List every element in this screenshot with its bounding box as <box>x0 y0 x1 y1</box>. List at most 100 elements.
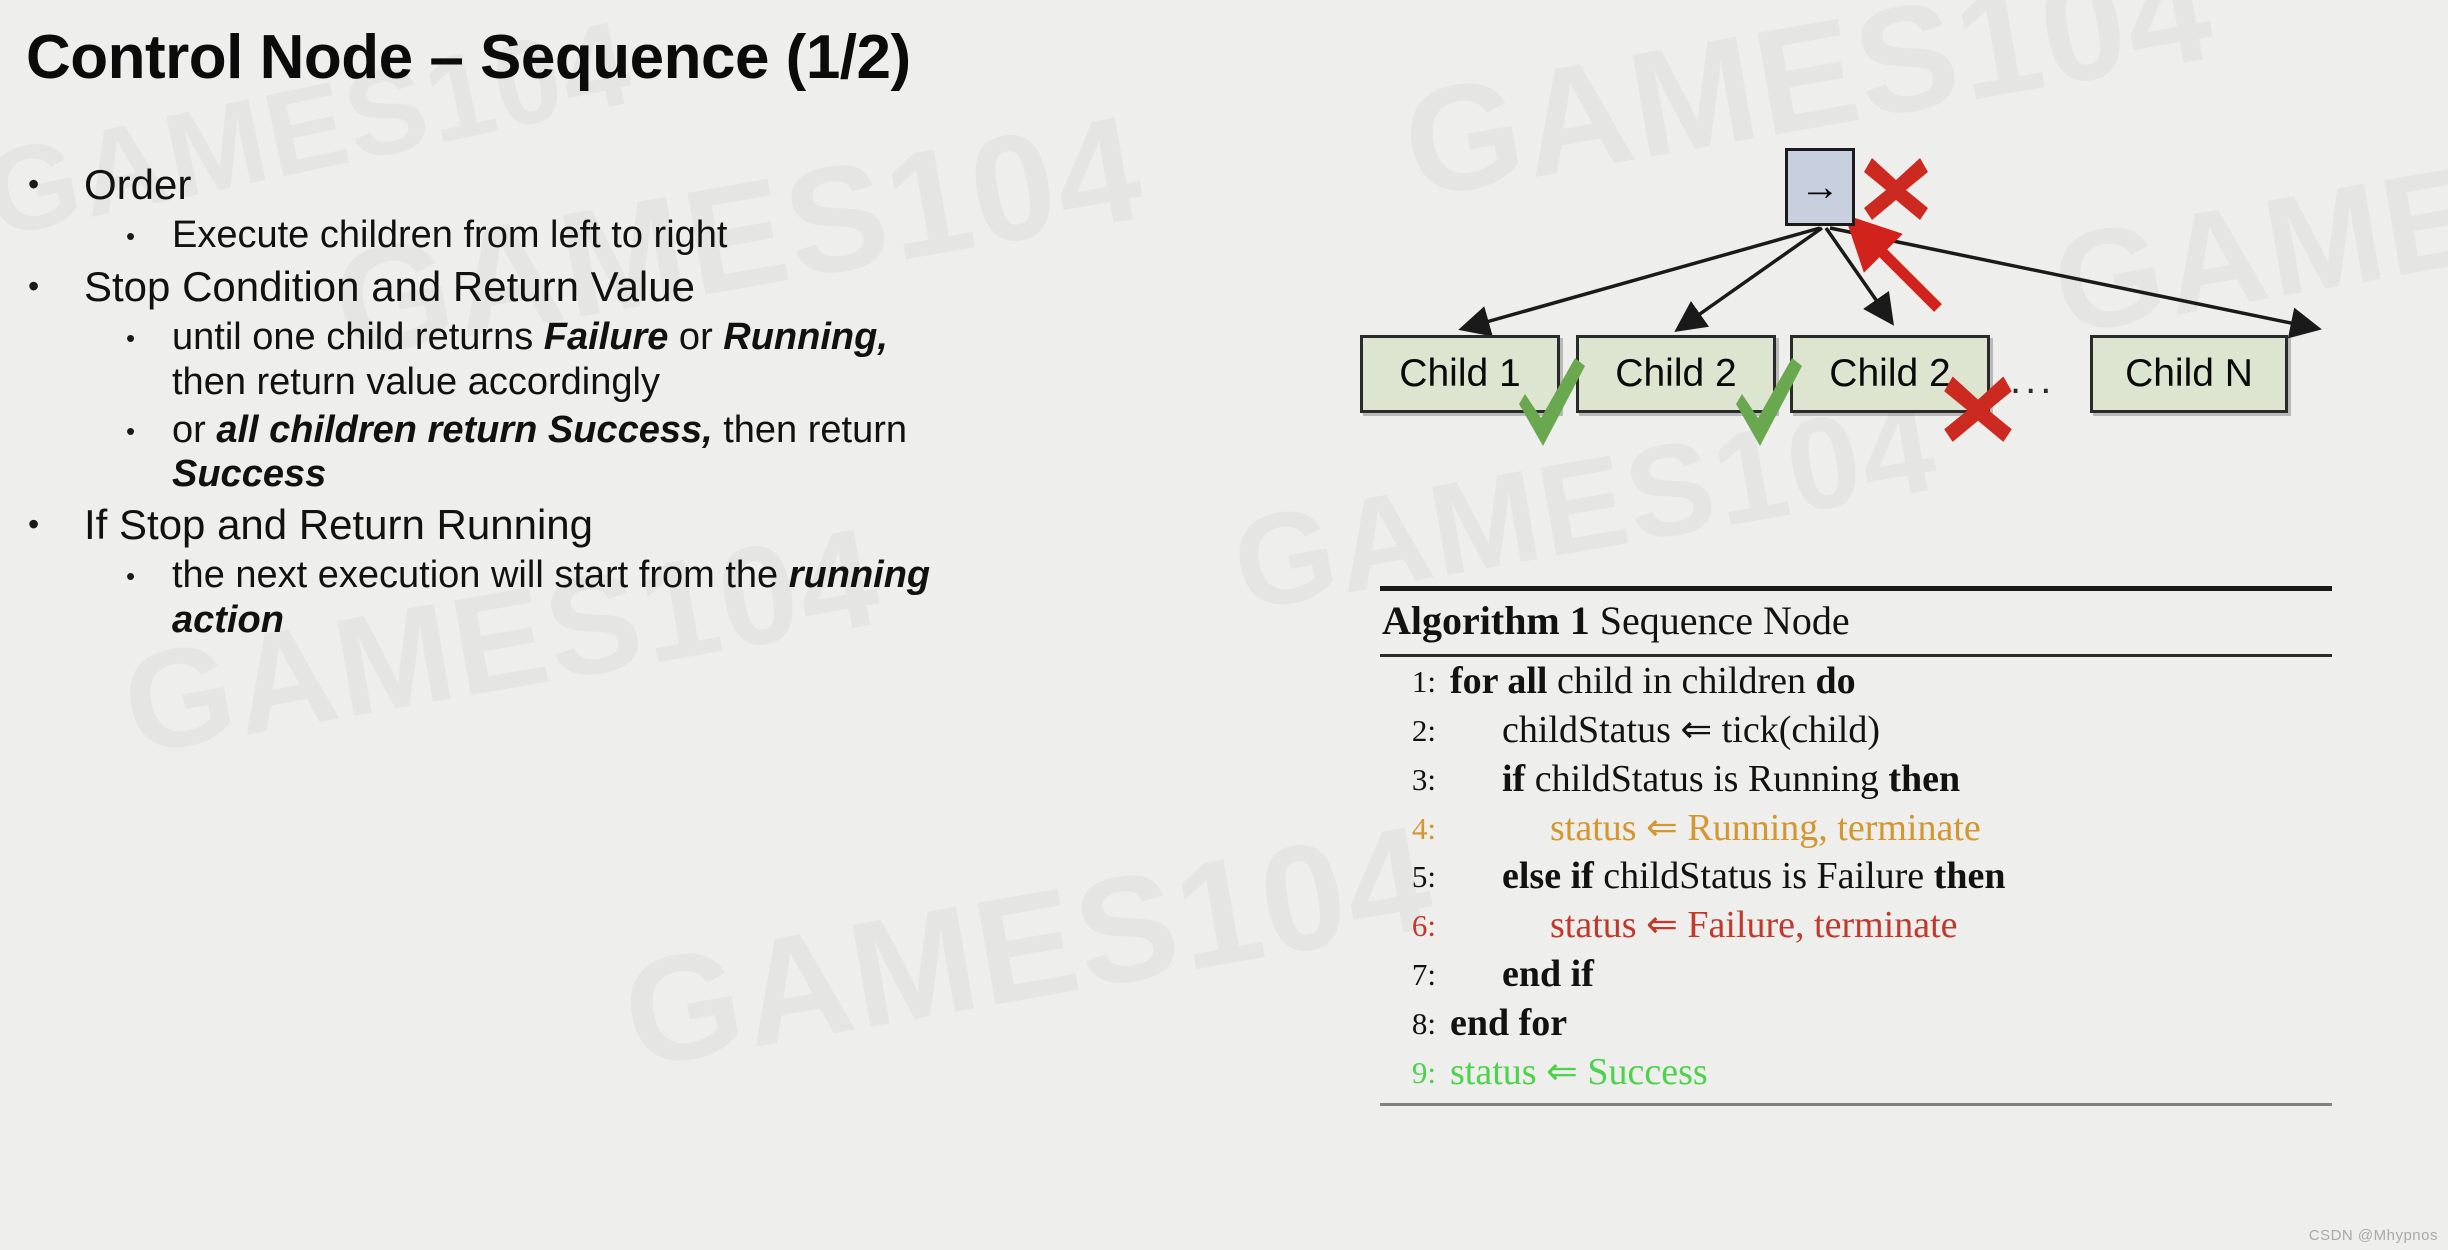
behavior-tree-diagram: → Child 1 Child 2 Child 2 Child N ... <box>1360 130 2430 490</box>
algorithm-line-number: 3: <box>1411 761 1436 797</box>
bullet-text-plain: or <box>172 408 217 451</box>
bullet-text-plain: until one child returns <box>172 315 544 358</box>
algorithm-line: 4: status ⇐ Running, terminate <box>1380 804 2332 853</box>
algorithm-line-number: 8: <box>1411 1005 1436 1041</box>
node-label: Child 2 <box>1615 352 1737 395</box>
algorithm-line-number: 1: <box>1411 664 1436 699</box>
bullet-dot-icon: • <box>126 220 136 251</box>
algorithm-keyword: do <box>1815 660 1856 702</box>
bullet-item-next-execution: • the next execution will start from the… <box>126 553 1358 643</box>
algorithm-keyword: then <box>1888 757 1961 800</box>
bullet-item-until-failure-running: • until one child returns Failure or Run… <box>126 315 1358 405</box>
edge-root-to-child-1 <box>1458 226 1821 337</box>
node-label: Child 2 <box>1829 352 1951 395</box>
algorithm-line-code: if childStatus is Running then <box>1450 757 2332 801</box>
algorithm-line: 5: else if childStatus is Failure then <box>1380 852 2332 901</box>
bullet-item-all-children-success: • or all children return Success, then r… <box>126 408 1358 498</box>
algorithm-text: childStatus is Running <box>1525 757 1889 800</box>
algorithm-keyword: then <box>1933 855 2006 898</box>
background-watermark: GAMES104 <box>611 792 1445 1100</box>
algorithm-keyword: end if <box>1502 953 1594 996</box>
bullet-dot-icon: • <box>28 268 40 305</box>
bullet-text: Stop Condition and Return Value <box>84 263 695 311</box>
algorithm-number: Algorithm 1 <box>1382 598 1590 643</box>
bullet-dot-icon: • <box>126 560 136 591</box>
edge-root-to-child-3 <box>1824 227 1894 326</box>
node-child-3[interactable]: Child 2 <box>1790 335 1990 413</box>
algorithm-line-code: childStatus ⇐ tick(child) <box>1450 710 2332 752</box>
node-child-2[interactable]: Child 2 <box>1576 335 1776 413</box>
algorithm-line-number: 4: <box>1411 810 1436 846</box>
bullet-text-emphasis-failure: Failure <box>543 315 669 358</box>
bullet-text-emphasis-all-success: all children return Success, <box>216 408 713 451</box>
bullet-text-plain: then return <box>712 408 908 451</box>
node-child-n[interactable]: Child N <box>2090 335 2288 413</box>
bullet-dot-icon: • <box>28 506 40 543</box>
children-ellipsis: ... <box>2010 358 2056 402</box>
algorithm-line: 6: status ⇐ Failure, terminate <box>1380 901 2332 950</box>
bullet-text-continuation-success: Success <box>172 453 327 496</box>
bullet-text-plain: the next execution will start from the <box>172 553 789 596</box>
bullet-text-emphasis-running: Running, <box>723 315 888 358</box>
algorithm-keyword: else if <box>1502 855 1594 898</box>
node-label: Child N <box>2125 352 2253 395</box>
bullet-text-continuation-action: action <box>172 598 284 641</box>
algorithm-text: status ⇐ Running, terminate <box>1550 806 1981 849</box>
bullet-text: the next execution will start from the r… <box>172 553 1358 643</box>
bullet-text-plain: or <box>668 315 724 358</box>
algorithm-keyword: for all <box>1450 660 1548 702</box>
algorithm-text: status ⇐ Success <box>1450 1050 1708 1093</box>
algorithm-line-code: end for <box>1450 1003 2332 1045</box>
algorithm-line-number: 6: <box>1411 908 1436 944</box>
page-title: Control Node – Sequence (1/2) <box>26 23 911 92</box>
algorithm-keyword: if <box>1502 757 1526 800</box>
bullet-text-continuation: then return value accordingly <box>172 360 660 403</box>
diagram-edges <box>1458 214 2322 339</box>
bullet-text-emphasis-running-action: running <box>788 553 931 596</box>
algorithm-line-number: 5: <box>1411 859 1436 895</box>
bullet-dot-icon: • <box>28 166 40 202</box>
bullet-text: Execute children from left to right <box>172 213 728 256</box>
algorithm-line: 8: end for <box>1380 999 2332 1048</box>
bullet-item-order: • Order <box>28 160 1358 210</box>
algorithm-keyword: end for <box>1450 1001 1568 1044</box>
algorithm-text: child in children <box>1547 660 1816 702</box>
algorithm-line: 7: end if <box>1380 950 2332 999</box>
node-child-1[interactable]: Child 1 <box>1360 335 1560 413</box>
bullet-text: until one child returns Failure or Runni… <box>172 315 1358 405</box>
bullet-item-if-stop-return-running: • If Stop and Return Running <box>28 500 1358 550</box>
algorithm-lines: 1: for all child in children do 2: childSta… <box>1380 657 2332 1097</box>
bullet-item-execute-order: • Execute children from left to right <box>126 213 1358 260</box>
algorithm-line: 2: childStatus ⇐ tick(child) <box>1380 706 2332 755</box>
bullet-dot-icon: • <box>126 415 136 446</box>
algorithm-line-code: else if childStatus is Failure then <box>1450 856 2332 898</box>
algorithm-line-number: 7: <box>1411 957 1436 993</box>
slide-canvas: GAMES104 GAMES104 GAMES104 GAMES104 GAME… <box>0 0 2448 1250</box>
algorithm-line-code: status ⇐ Failure, terminate <box>1450 905 2332 947</box>
algorithm-line-code: end if <box>1450 954 2332 996</box>
bullet-text: or all children return Success, then ret… <box>172 408 1358 498</box>
bullet-text: Order <box>84 161 192 208</box>
sequence-arrow-icon: → <box>1800 165 1840 209</box>
algorithm-line: 9: status ⇐ Success <box>1380 1048 2332 1097</box>
algorithm-name: Sequence Node <box>1589 598 1850 643</box>
algorithm-text: childStatus is Failure <box>1593 855 1934 898</box>
algorithm-title: Algorithm 1 Sequence Node <box>1380 591 2332 651</box>
algorithm-line: 1: for all child in children do <box>1380 657 2332 706</box>
algorithm-text: status ⇐ Failure, terminate <box>1550 904 1958 947</box>
edge-root-to-child-2 <box>1674 226 1824 333</box>
bullet-dot-icon: • <box>126 322 136 353</box>
bullet-list: • Order • Execute children from left to … <box>28 160 1358 645</box>
algorithm-line-number: 9: <box>1411 1054 1436 1090</box>
algorithm-block: Algorithm 1 Sequence Node 1: for all chil… <box>1380 586 2332 1106</box>
bullet-text: If Stop and Return Running <box>84 501 594 549</box>
algorithm-line-code: for all child in children do <box>1450 661 2332 703</box>
algorithm-line-number: 2: <box>1411 712 1436 748</box>
algorithm-line: 3: if childStatus is Running then <box>1380 755 2332 804</box>
algorithm-line-code: status ⇐ Success <box>1450 1050 2332 1094</box>
algorithm-text: childStatus ⇐ tick(child) <box>1502 708 1880 751</box>
node-root-sequence[interactable]: → <box>1785 148 1855 226</box>
algorithm-rule-bottom <box>1380 1102 2332 1106</box>
algorithm-line-code: status ⇐ Running, terminate <box>1450 806 2332 850</box>
bullet-item-stop-condition: • Stop Condition and Return Value <box>28 262 1358 312</box>
